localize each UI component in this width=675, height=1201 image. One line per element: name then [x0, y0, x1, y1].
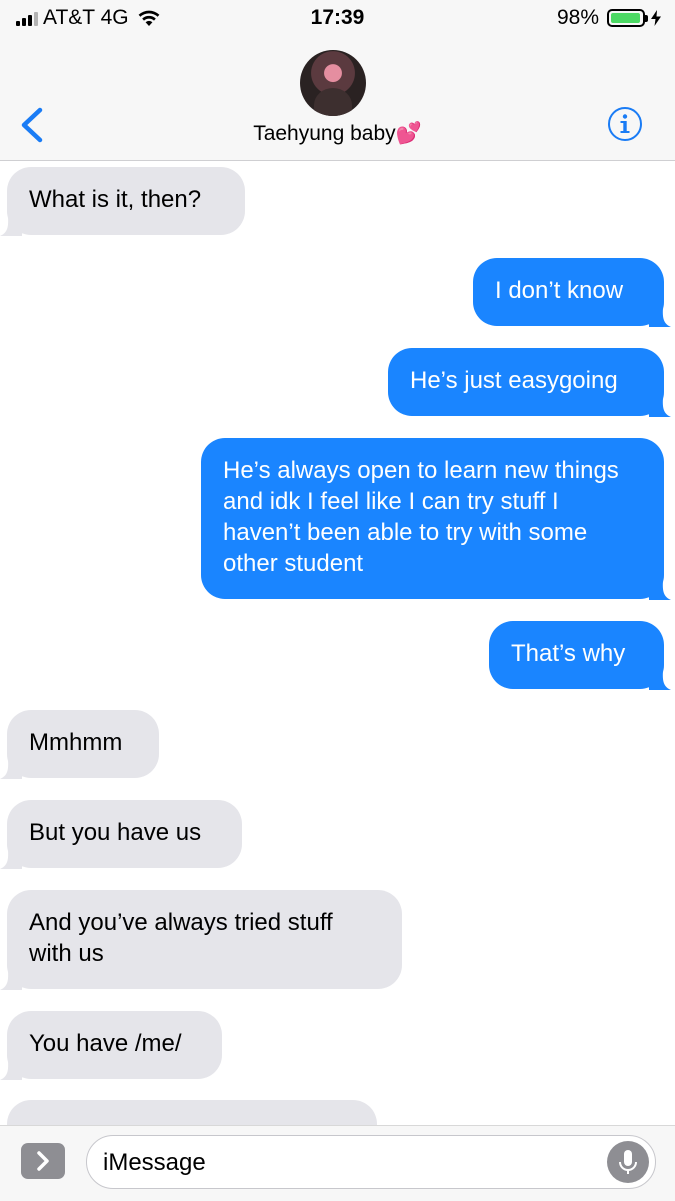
message-text: That’s why — [511, 640, 626, 667]
message-text: He’s just easygoing — [410, 367, 618, 394]
message-text: But you have us — [29, 819, 202, 846]
bubble-tail — [649, 578, 671, 600]
compose-bar — [0, 1125, 675, 1201]
message-input[interactable] — [101, 1144, 585, 1182]
battery-percent: 98% — [556, 6, 599, 29]
app-drawer-button[interactable] — [21, 1143, 65, 1179]
info-icon[interactable] — [607, 106, 643, 142]
status-bar: AT&T 4G 17:39 98% — [0, 0, 675, 36]
conversation-header: Taehyung baby💕 — [0, 36, 675, 161]
message-bubble-outgoing[interactable]: That’s why — [489, 621, 671, 690]
bubble-tail — [649, 305, 671, 327]
status-right: 98% — [557, 6, 661, 30]
bubble-tail — [0, 214, 22, 236]
message-text: Mmhmm — [29, 729, 123, 756]
message-thread[interactable]: What is it, then? I don’t know He’s just… — [0, 161, 675, 1125]
message-bubble-outgoing[interactable]: He’s always open to learn new things and… — [201, 438, 671, 600]
message-bubble-outgoing[interactable]: I don’t know — [473, 258, 671, 327]
message-bubble-incoming[interactable]: Mmhmm — [0, 710, 159, 779]
message-bubble-incoming[interactable]: But you have us — [0, 800, 242, 869]
message-bubble-incoming[interactable] — [7, 1100, 377, 1125]
bubble-tail — [0, 847, 22, 869]
battery-icon — [607, 9, 648, 27]
message-text: He’s always open to learn new things and… — [223, 457, 619, 577]
message-text: And you’ve always tried stuff with us — [29, 909, 333, 967]
bubble-tail — [649, 668, 671, 690]
message-text: I don’t know — [495, 277, 624, 304]
message-field[interactable] — [86, 1135, 656, 1189]
chevron-right-icon — [37, 1151, 49, 1171]
charging-bolt-icon — [651, 10, 661, 26]
message-text: What is it, then? — [29, 186, 202, 213]
bubble-tail — [649, 395, 671, 417]
microphone-icon — [619, 1150, 637, 1174]
message-text: You have /me/ — [29, 1030, 182, 1057]
bubble-tail — [0, 1058, 22, 1080]
dictation-button[interactable] — [607, 1141, 649, 1183]
contact-name[interactable]: Taehyung baby💕 — [0, 122, 675, 146]
message-bubble-incoming[interactable]: What is it, then? — [0, 167, 245, 236]
contact-avatar[interactable] — [300, 50, 366, 116]
bubble-tail — [0, 757, 22, 779]
message-bubble-outgoing[interactable]: He’s just easygoing — [388, 348, 671, 417]
message-bubble-incoming[interactable]: You have /me/ — [0, 1011, 222, 1080]
bubble-tail — [0, 968, 22, 990]
message-bubble-incoming[interactable]: And you’ve always tried stuff with us — [0, 890, 402, 990]
